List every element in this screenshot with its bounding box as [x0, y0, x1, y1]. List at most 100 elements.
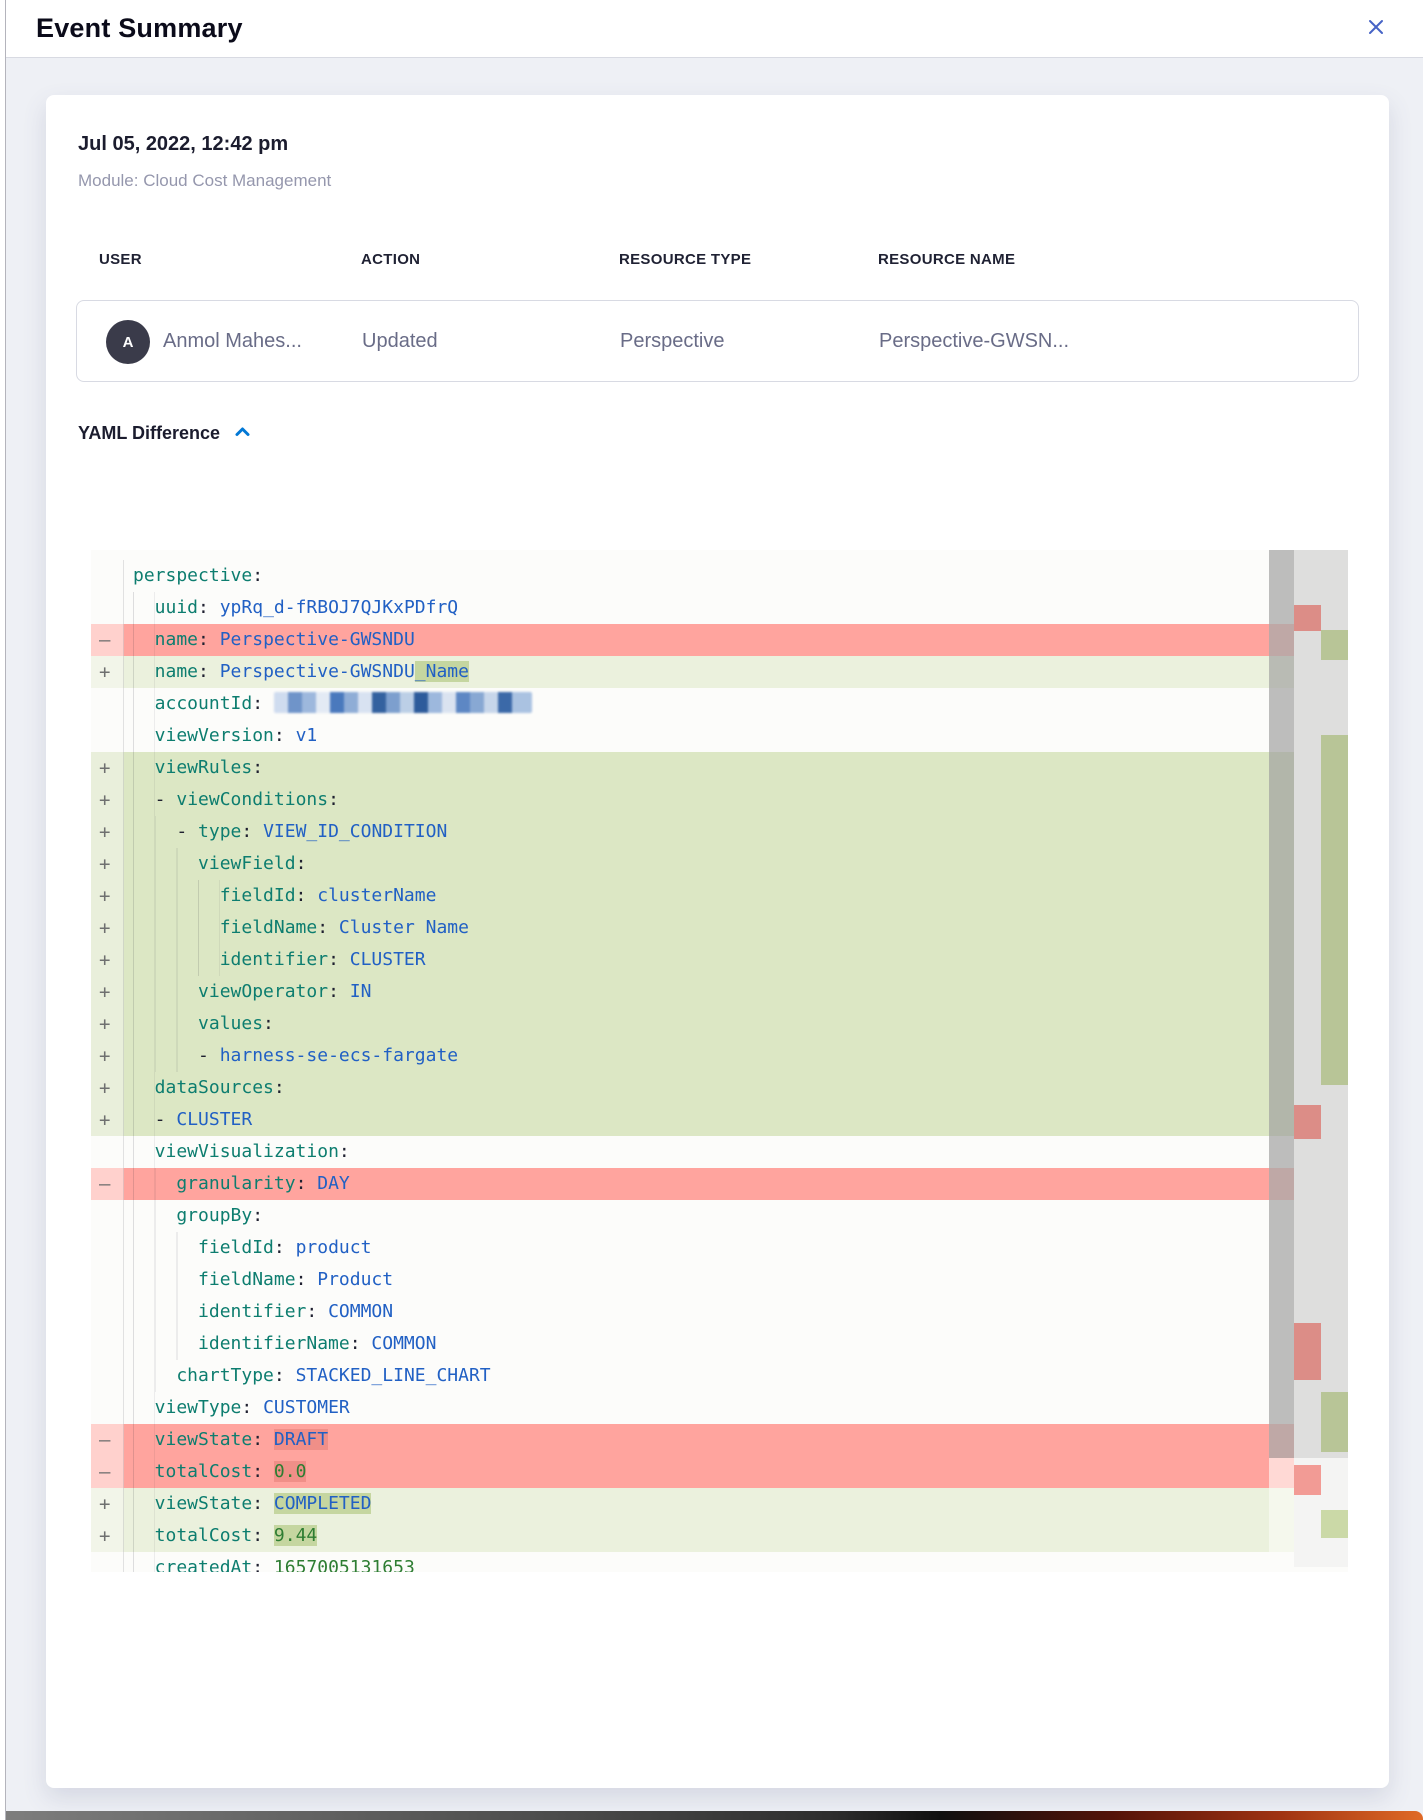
diff-gutter — [91, 1264, 124, 1296]
diff-scrollbar-thumb[interactable] — [1269, 550, 1294, 1458]
table-header-row: USERACTIONRESOURCE TYPERESOURCE NAME — [46, 251, 1389, 271]
diff-code: - harness-se-ecs-fargate — [124, 1040, 1269, 1072]
diff-code: viewType: CUSTOMER — [124, 1392, 1269, 1424]
diff-line: accountId: — [91, 688, 1294, 720]
diff-line: +viewState: COMPLETED — [91, 1488, 1294, 1520]
diff-gutter: + — [91, 816, 124, 848]
diff-code: fieldName: Cluster Name — [124, 912, 1269, 944]
diff-code: granularity: DAY — [124, 1168, 1269, 1200]
action-cell: Updated — [362, 301, 438, 381]
diff-gutter: + — [91, 848, 124, 880]
diff-minimap[interactable] — [1294, 550, 1348, 1567]
diff-gutter — [91, 1232, 124, 1264]
diff-line: +identifier: CLUSTER — [91, 944, 1294, 976]
diff-line: identifier: COMMON — [91, 1296, 1294, 1328]
diff-gutter — [91, 688, 124, 720]
audit-event-row[interactable]: A Anmol Mahes... Updated Perspective Per… — [76, 300, 1359, 382]
column-header: RESOURCE NAME — [878, 251, 1015, 268]
diff-code: groupBy: — [124, 1200, 1269, 1232]
diff-code: name: Perspective-GWSNDU — [124, 624, 1269, 656]
diff-gutter: + — [91, 656, 124, 688]
diff-code: perspective: — [124, 560, 1269, 592]
resource-name-cell: Perspective-GWSN... — [879, 301, 1069, 381]
diff-line: chartType: STACKED_LINE_CHART — [91, 1360, 1294, 1392]
diff-code: chartType: STACKED_LINE_CHART — [124, 1360, 1269, 1392]
diff-code: name: Perspective-GWSNDU_Name — [124, 656, 1269, 688]
column-header: USER — [99, 251, 142, 268]
diff-code: viewRules: — [124, 752, 1269, 784]
diff-code: accountId: — [124, 688, 1269, 720]
diff-code: uuid: ypRq_d-fRBOJ7QJKxPDfrQ — [124, 592, 1269, 624]
diff-code: viewState: DRAFT — [124, 1424, 1269, 1456]
column-header: RESOURCE TYPE — [619, 251, 751, 268]
diff-gutter: + — [91, 944, 124, 976]
diff-line: —totalCost: 0.0 — [91, 1456, 1294, 1488]
diff-gutter: + — [91, 784, 124, 816]
collapse-toggle[interactable] — [234, 425, 251, 442]
diff-gutter — [91, 1296, 124, 1328]
diff-line: —name: Perspective-GWSNDU — [91, 624, 1294, 656]
diff-line: +viewOperator: IN — [91, 976, 1294, 1008]
redacted-value — [274, 692, 532, 713]
close-button[interactable] — [1359, 12, 1393, 46]
minimap-deletion-mark — [1294, 1465, 1321, 1495]
diff-code: viewState: COMPLETED — [124, 1488, 1269, 1520]
diff-code: fieldId: clusterName — [124, 880, 1269, 912]
diff-gutter: + — [91, 1072, 124, 1104]
diff-line: perspective: — [91, 560, 1294, 592]
yaml-difference-label: YAML Difference — [78, 423, 220, 444]
yaml-diff-viewer: perspective:uuid: ypRq_d-fRBOJ7QJKxPDfrQ… — [91, 550, 1348, 1572]
chevron-up-icon — [234, 425, 251, 442]
diff-line: +- viewConditions: — [91, 784, 1294, 816]
diff-gutter: + — [91, 880, 124, 912]
diff-line: +name: Perspective-GWSNDU_Name — [91, 656, 1294, 688]
diff-gutter — [91, 1328, 124, 1360]
diff-gutter: + — [91, 1104, 124, 1136]
event-summary-card: Jul 05, 2022, 12:42 pm Module: Cloud Cos… — [46, 95, 1389, 1788]
user-cell: Anmol Mahes... — [163, 301, 302, 381]
diff-code: viewOperator: IN — [124, 976, 1269, 1008]
diff-line: +- CLUSTER — [91, 1104, 1294, 1136]
diff-code: identifierName: COMMON — [124, 1328, 1269, 1360]
diff-code: dataSources: — [124, 1072, 1269, 1104]
diff-line: uuid: ypRq_d-fRBOJ7QJKxPDfrQ — [91, 592, 1294, 624]
page-title: Event Summary — [36, 13, 243, 44]
diff-line: +fieldId: clusterName — [91, 880, 1294, 912]
diff-code: viewVersion: v1 — [124, 720, 1269, 752]
diff-gutter — [91, 1360, 124, 1392]
event-module-label: Module: Cloud Cost Management — [78, 171, 331, 191]
diff-gutter — [91, 560, 124, 592]
page-edge-divider — [5, 0, 6, 1820]
diff-line: fieldId: product — [91, 1232, 1294, 1264]
diff-gutter: + — [91, 1488, 124, 1520]
diff-gutter — [91, 592, 124, 624]
diff-line: +- type: VIEW_ID_CONDITION — [91, 816, 1294, 848]
diff-gutter: + — [91, 752, 124, 784]
diff-line: fieldName: Product — [91, 1264, 1294, 1296]
diff-line: identifierName: COMMON — [91, 1328, 1294, 1360]
background-window-edge — [6, 1811, 1423, 1820]
diff-code: fieldName: Product — [124, 1264, 1269, 1296]
diff-line: +fieldName: Cluster Name — [91, 912, 1294, 944]
diff-code: createdAt: 1657005131653 — [124, 1552, 1269, 1572]
diff-line: +- harness-se-ecs-fargate — [91, 1040, 1294, 1072]
diff-gutter: + — [91, 976, 124, 1008]
diff-code: - type: VIEW_ID_CONDITION — [124, 816, 1269, 848]
diff-line: +viewRules: — [91, 752, 1294, 784]
diff-line: —viewState: DRAFT — [91, 1424, 1294, 1456]
diff-gutter: — — [91, 1424, 124, 1456]
diff-gutter: + — [91, 912, 124, 944]
diff-gutter: — — [91, 1456, 124, 1488]
diff-gutter: — — [91, 624, 124, 656]
diff-code: values: — [124, 1008, 1269, 1040]
diff-gutter: + — [91, 1040, 124, 1072]
diff-code: fieldId: product — [124, 1232, 1269, 1264]
diff-code: - CLUSTER — [124, 1104, 1269, 1136]
diff-gutter — [91, 720, 124, 752]
diff-line: createdAt: 1657005131653 — [91, 1552, 1294, 1572]
diff-lines: perspective:uuid: ypRq_d-fRBOJ7QJKxPDfrQ… — [91, 560, 1294, 1572]
diff-gutter: + — [91, 1520, 124, 1552]
diff-line: viewType: CUSTOMER — [91, 1392, 1294, 1424]
drawer-header: Event Summary — [6, 0, 1423, 58]
diff-line: +dataSources: — [91, 1072, 1294, 1104]
